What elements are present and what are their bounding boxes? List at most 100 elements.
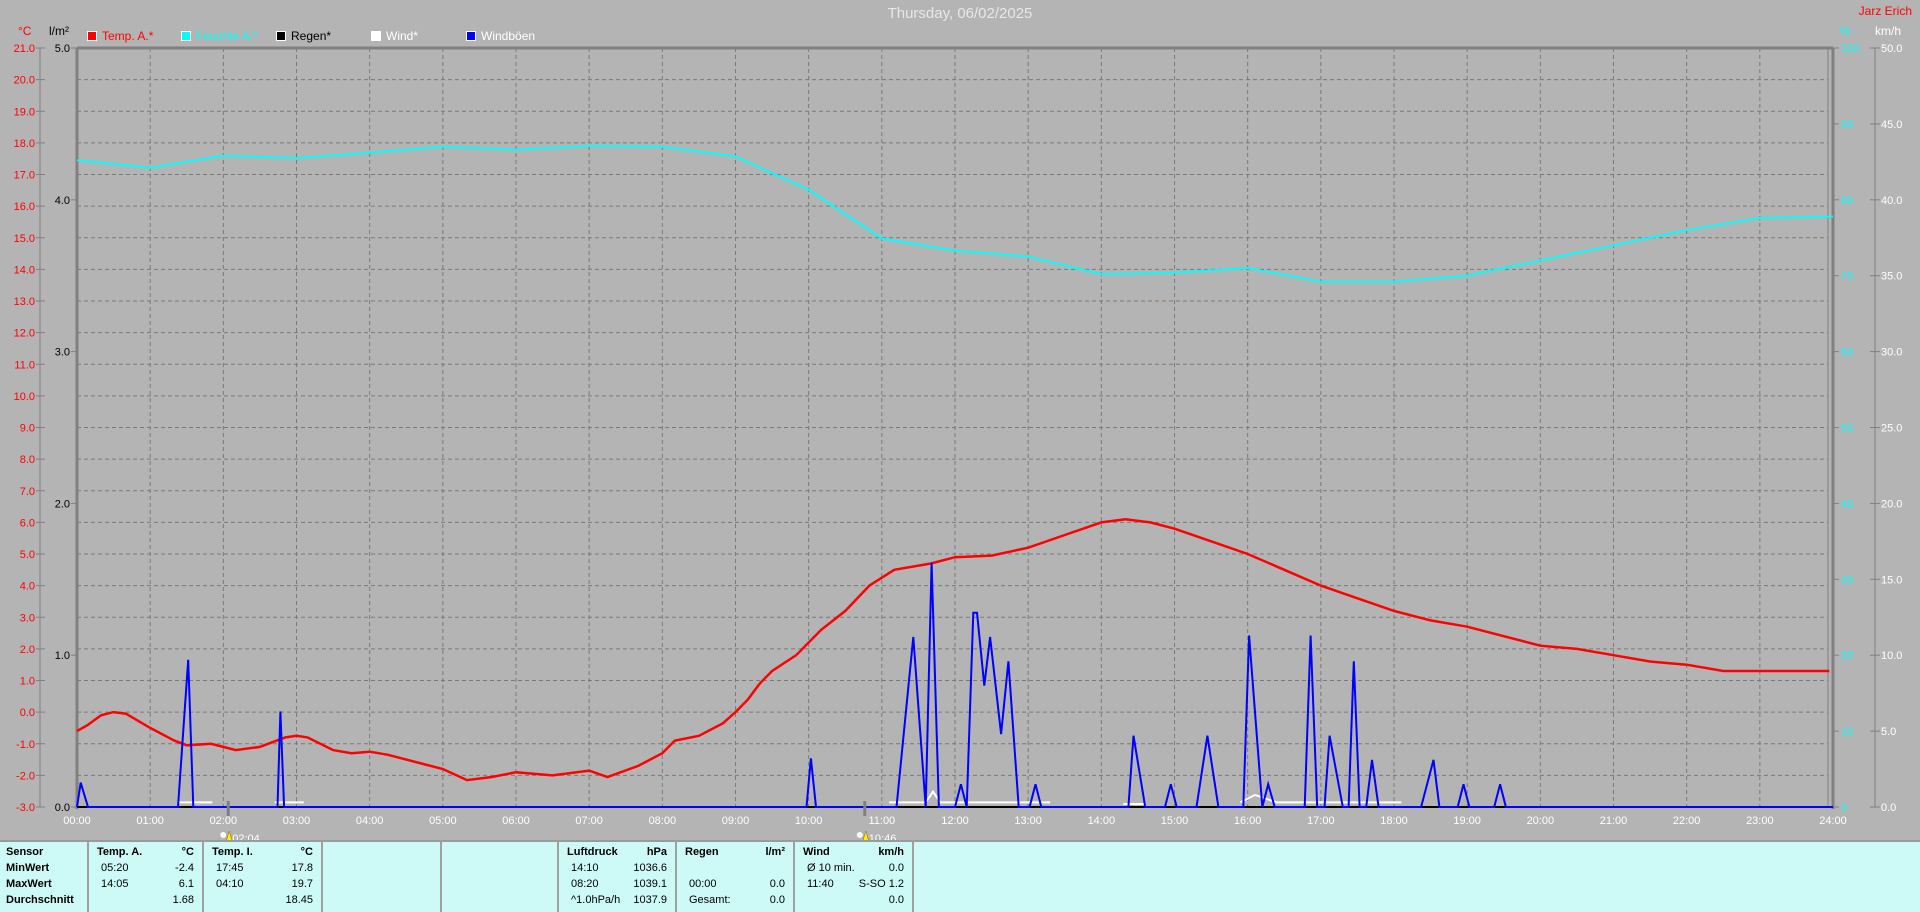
humidity-tick-label: 70	[1841, 271, 1853, 283]
x-tick-label: 02:00	[210, 815, 238, 827]
stats-label: MaxWert	[6, 878, 52, 890]
series-temp-a-line	[76, 517, 1830, 782]
stats-value: hPa	[646, 846, 667, 858]
x-tick-label: 15:00	[1161, 815, 1189, 827]
temp-tick-label: 1.0	[20, 676, 35, 688]
x-tick-label: 11:00	[868, 815, 895, 827]
rain-tick-label: 5.0	[55, 43, 70, 55]
x-tick-label: 00:00	[63, 815, 91, 827]
marker-time-label: 02:04	[232, 833, 260, 840]
stats-column: Luftdruck hPa 14:10 1036.6 08:20 1039.1 ^1.0hP…	[559, 842, 677, 912]
rain-tick-label: 1.0	[55, 650, 70, 662]
stats-value: 17.8	[291, 862, 313, 874]
stats-label: 14:05	[101, 878, 129, 890]
weather-chart: 21.0 20.0 19.0 18.0 17.0 16.0 15.0 14.0 13.0 12.0…	[14, 43, 1902, 840]
stats-label: MinWert	[6, 862, 50, 874]
x-tick-label: 18:00	[1380, 815, 1408, 827]
temp-tick-label: 21.0	[14, 43, 35, 55]
temp-tick-label: 9.0	[20, 423, 35, 435]
x-tick-label: 20:00	[1527, 815, 1555, 827]
series-wind-line	[889, 790, 1051, 804]
rain-tick-label: 2.0	[55, 498, 70, 510]
stats-label: ^1.0hPa/h	[571, 894, 621, 906]
temp-tick-label: 5.0	[20, 549, 35, 561]
temp-tick-label: -3.0	[16, 802, 35, 814]
temp-tick-label: 12.0	[14, 328, 35, 340]
wind-tick-label: 5.0	[1881, 726, 1896, 738]
humidity-tick-label: 50	[1841, 423, 1853, 435]
stats-column	[442, 842, 559, 912]
stats-label: Sensor	[6, 846, 44, 858]
humidity-tick-label: 80	[1841, 195, 1853, 207]
x-tick-label: 16:00	[1234, 815, 1262, 827]
stats-column: Wind km/h Ø 10 min. 0.0 11:40 S-SO 1.2 0.0	[795, 842, 914, 912]
x-tick-label: 22:00	[1673, 815, 1701, 827]
humidity-tick-label: 30	[1841, 574, 1853, 586]
temp-tick-label: 20.0	[14, 75, 35, 87]
temp-tick-label: 8.0	[20, 454, 35, 466]
x-tick-label: 01:00	[136, 815, 164, 827]
stats-value: 0.0	[888, 894, 904, 906]
stats-label: Wind	[803, 846, 830, 858]
wind-tick-label: 25.0	[1881, 423, 1902, 435]
temp-tick-label: -1.0	[16, 739, 35, 751]
x-tick-label: 17:00	[1307, 815, 1335, 827]
x-tick-label: 08:00	[649, 815, 677, 827]
temp-tick-label: 7.0	[20, 486, 35, 498]
stats-value: °C	[300, 846, 313, 858]
marker-time-label: 10:46	[869, 833, 897, 840]
stats-column	[323, 842, 442, 912]
stats-value: 1.68	[172, 894, 194, 906]
temp-tick-label: 16.0	[14, 201, 35, 213]
stats-value: 0.0	[769, 878, 785, 890]
temp-tick-label: 11.0	[14, 359, 35, 371]
humidity-tick-label: 60	[1841, 347, 1853, 359]
x-tick-label: 05:00	[429, 815, 457, 827]
stats-value: 1039.1	[633, 878, 667, 890]
stats-value: 0.0	[888, 862, 904, 874]
x-tick-label: 21:00	[1600, 815, 1628, 827]
humidity-tick-label: 100	[1841, 43, 1859, 55]
wind-tick-label: 10.0	[1881, 650, 1902, 662]
temp-tick-label: 10.0	[14, 391, 35, 403]
stats-label: Ø 10 min.	[807, 862, 855, 874]
temp-tick-label: 13.0	[14, 296, 35, 308]
x-tick-label: 23:00	[1746, 815, 1774, 827]
humidity-tick-label: 20	[1841, 650, 1853, 662]
stats-value: -2.4	[175, 862, 194, 874]
stats-value: 0.0	[769, 894, 785, 906]
wind-tick-label: 40.0	[1881, 195, 1902, 207]
stats-value: km/h	[878, 846, 904, 858]
temp-tick-label: 0.0	[20, 707, 35, 719]
stats-label: 17:45	[216, 862, 244, 874]
temp-tick-label: 17.0	[14, 170, 35, 182]
rain-tick-label: 3.0	[55, 347, 70, 359]
humidity-tick-label: 0	[1841, 802, 1847, 814]
x-tick-label: 06:00	[502, 815, 530, 827]
stats-label: Regen	[685, 846, 719, 858]
temp-tick-label: 3.0	[20, 612, 35, 624]
temp-tick-label: 14.0	[14, 264, 35, 276]
wind-tick-label: 45.0	[1881, 119, 1902, 131]
x-tick-label: 09:00	[722, 815, 750, 827]
x-tick-label: 04:00	[356, 815, 384, 827]
stats-label: Temp. I.	[212, 846, 253, 858]
x-tick-label: 14:00	[1088, 815, 1116, 827]
stats-value: l/m²	[765, 846, 785, 858]
humidity-tick-label: 10	[1841, 726, 1853, 738]
rain-tick-label: 0.0	[55, 802, 70, 814]
stats-table: Sensor MinWert MaxWert Durchschnitt Temp. A.…	[0, 840, 1920, 912]
stats-label: 05:20	[101, 862, 129, 874]
stats-value: 1036.6	[633, 862, 667, 874]
stats-value: S-SO 1.2	[858, 878, 904, 890]
rain-tick-label: 4.0	[55, 195, 70, 207]
stats-value: 19.7	[291, 878, 313, 890]
stats-column: Temp. I. °C 17:45 17.8 04:10 19.7 18.45	[204, 842, 323, 912]
stats-value: 1037.9	[633, 894, 667, 906]
humidity-tick-label: 40	[1841, 498, 1853, 510]
x-tick-label: 03:00	[283, 815, 311, 827]
stats-label: 08:20	[571, 878, 599, 890]
temp-tick-label: 6.0	[20, 517, 35, 529]
wind-tick-label: 50.0	[1881, 43, 1902, 55]
temp-tick-label: 19.0	[14, 106, 35, 118]
